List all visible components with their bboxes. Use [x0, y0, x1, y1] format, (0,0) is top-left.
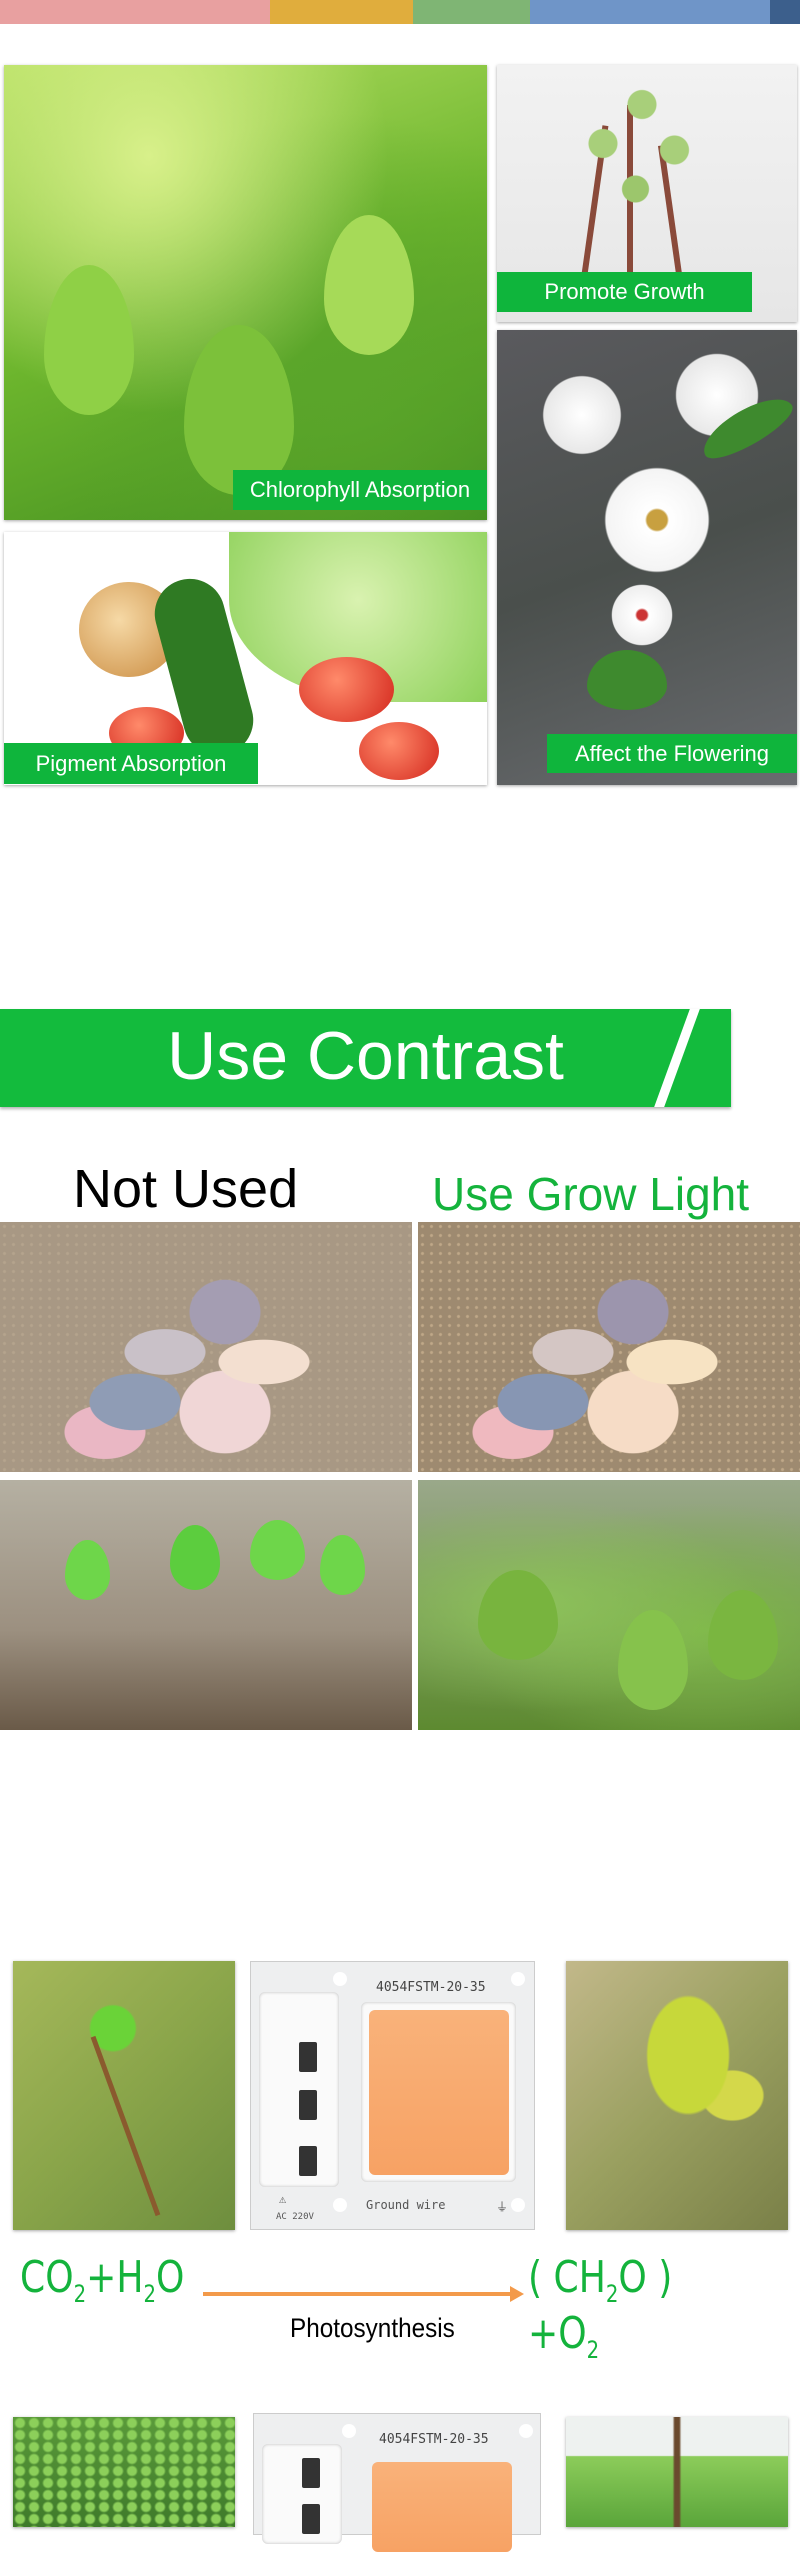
mount-hole [333, 2198, 347, 2212]
use-contrast-title: Use Contrast [167, 1018, 564, 1094]
h2o-text: +H [86, 2252, 144, 2303]
pigment-label: Pigment Absorption [4, 743, 258, 784]
component [302, 2458, 320, 2488]
chip-ground-label: Ground wire [366, 2198, 446, 2212]
h2o-tail: O [156, 2252, 185, 2303]
subscript: 2 [143, 2279, 157, 2308]
use-contrast-banner: Use Contrast [0, 1009, 731, 1107]
chip-model-text: 4054FSTM-20-35 [379, 2432, 489, 2447]
flower [537, 370, 627, 460]
tomato [359, 722, 439, 780]
top-color-strip [0, 0, 800, 24]
seedlings-grow-light-photo [418, 1480, 800, 1730]
seedling [320, 1535, 365, 1595]
reaction-arrow [203, 2292, 513, 2296]
leaf-shape [708, 1590, 778, 1680]
cob-led-chip: 4054FSTM-20-35 Ground wire ⏚ ⚠ AC 220V [250, 1961, 535, 2230]
arrow-head-icon [510, 2286, 524, 2302]
subscript: 2 [586, 2335, 600, 2364]
leaf-shape [478, 1570, 558, 1660]
seedlings-not-used-photo [0, 1480, 412, 1730]
field-crops-photo [13, 2417, 235, 2527]
driver-area [259, 1992, 339, 2187]
flower [597, 460, 717, 580]
ground-icon: ⏚ [496, 2200, 509, 2214]
co2-text: CO [20, 2252, 74, 2303]
pigment-photo: Pigment Absorption [4, 532, 487, 785]
driver-area [262, 2444, 342, 2544]
led-emitter [369, 2010, 509, 2175]
sprout-photo [13, 1961, 235, 2230]
chip-voltage-label: AC 220V [276, 2212, 314, 2222]
mount-hole [511, 2198, 525, 2212]
chlorophyll-photo: Chlorophyll Absorption [4, 65, 487, 520]
subscript: 2 [605, 2279, 619, 2308]
leaf-shape [618, 1610, 688, 1710]
not-used-heading: Not Used [73, 1159, 299, 1219]
equation-reactants: CO2+H2O [20, 2252, 184, 2308]
succulent-grow-light-photo [418, 1222, 800, 1472]
chlorophyll-label: Chlorophyll Absorption [233, 470, 487, 510]
mount-hole [333, 1972, 347, 1986]
flower [607, 580, 677, 650]
seedling [250, 1520, 305, 1580]
ch2o-text: ( CH [528, 2252, 606, 2303]
flowering-label: Affect the Flowering [547, 734, 797, 773]
equation-products: ( CH2O ) +O2 [528, 2252, 751, 2364]
promote-growth-label: Promote Growth [497, 272, 752, 312]
cob-led-chip: 4054FSTM-20-35 [253, 2413, 541, 2552]
flowering-photo: Affect the Flowering [497, 330, 797, 785]
tomato [299, 657, 394, 722]
leaf-shape [324, 215, 414, 355]
promote-growth-photo: Promote Growth [497, 65, 797, 322]
mount-hole [511, 1972, 525, 1986]
component [299, 2146, 317, 2176]
succulent [468, 1262, 768, 1462]
component [299, 2042, 317, 2072]
photosynthesis-caption: Photosynthesis [290, 2313, 455, 2343]
greenhouse-photo [566, 2417, 788, 2527]
budding-plant-photo [566, 1961, 788, 2230]
use-grow-light-heading: Use Grow Light [432, 1168, 750, 1220]
seedling [170, 1525, 220, 1590]
succulent [60, 1262, 360, 1462]
leaf-shape [44, 265, 134, 415]
mount-hole [519, 2424, 533, 2438]
mount-hole [342, 2424, 356, 2438]
leaf-shape [587, 650, 667, 710]
component [302, 2504, 320, 2534]
subscript: 2 [73, 2279, 87, 2308]
high-voltage-icon: ⚠ [279, 2192, 287, 2206]
component [299, 2090, 317, 2120]
succulent-leaves [577, 85, 707, 215]
chip-model-text: 4054FSTM-20-35 [376, 1980, 486, 1995]
stem [90, 2035, 161, 2217]
seedling [65, 1540, 110, 1600]
succulent-not-used-photo [0, 1222, 412, 1472]
led-emitter [372, 2462, 512, 2552]
